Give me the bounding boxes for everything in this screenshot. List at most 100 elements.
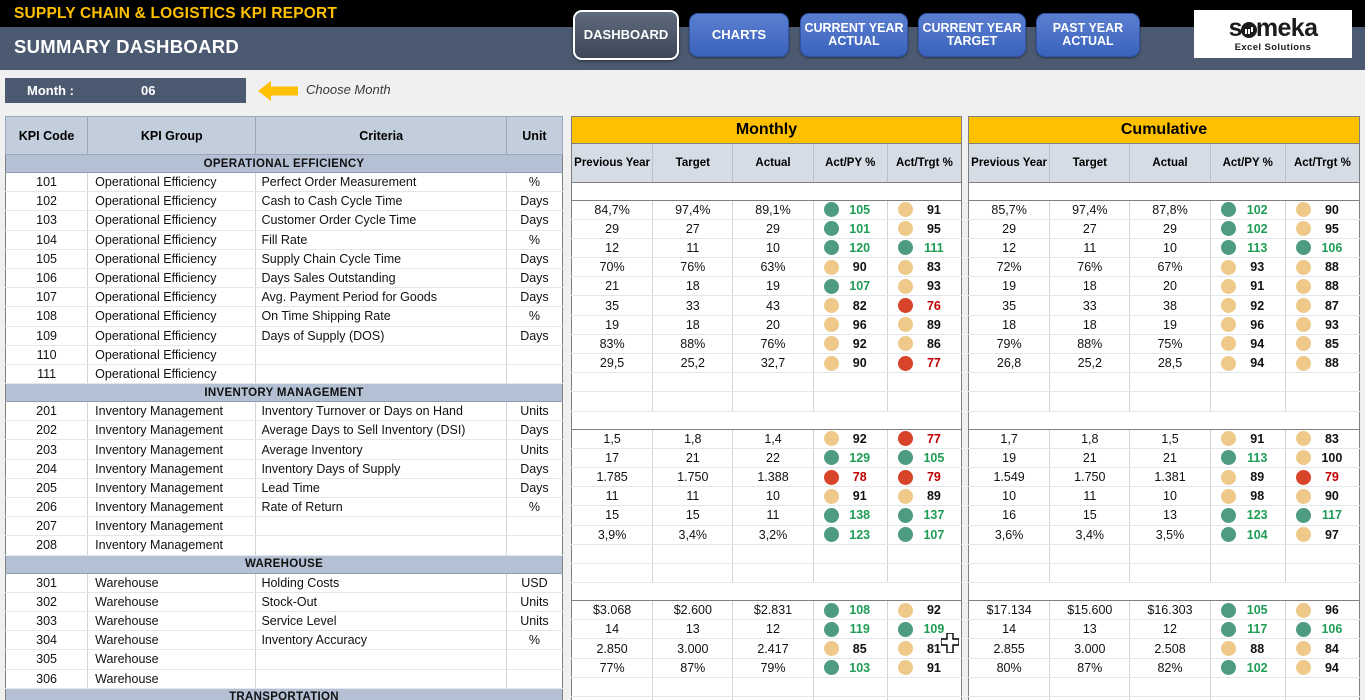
tab-past-year-actual[interactable]: PAST YEAR ACTUAL xyxy=(1036,13,1140,57)
status-value: 107 xyxy=(849,279,871,294)
monthly-previous-year: 14 xyxy=(571,619,654,640)
status-dot-yellow xyxy=(897,259,913,275)
cumulative-act-py: 113 xyxy=(1210,238,1286,259)
status-dot-green xyxy=(1220,621,1236,637)
cell-kpi-code: 102 xyxy=(5,191,89,212)
status-dot-green xyxy=(823,221,839,237)
cumulative-previous-year: $17.134 xyxy=(968,600,1051,621)
cell-criteria: Days Sales Outstanding xyxy=(255,268,507,289)
cell-unit: Days xyxy=(506,420,563,441)
status-dot-yellow xyxy=(1220,431,1236,447)
cumulative-target: 11 xyxy=(1049,238,1131,259)
cell-criteria: Inventory Days of Supply xyxy=(255,459,507,479)
cell-kpi-group: Warehouse xyxy=(87,573,257,593)
cumulative-actual: 67% xyxy=(1129,257,1211,278)
cell-unit: Days xyxy=(506,287,563,308)
cumulative-empty-cell xyxy=(1285,372,1360,393)
status-dot-green xyxy=(897,527,913,543)
monthly-empty-cell xyxy=(887,563,962,584)
cumulative-act-py: 123 xyxy=(1210,505,1286,526)
cumulative-empty-cell xyxy=(1049,563,1131,584)
status-value: 84 xyxy=(1324,641,1339,656)
month-selector-row: Month : 06 Choose Month xyxy=(0,70,1365,116)
status-value: 117 xyxy=(1321,508,1342,523)
table-row: 107 Operational Efficiency Avg. Payment Pe… xyxy=(5,287,563,308)
monthly-target: 27 xyxy=(652,219,734,239)
status-value: 93 xyxy=(1250,260,1265,275)
status-dot-green xyxy=(1220,507,1236,523)
cell-kpi-group: Warehouse xyxy=(87,611,257,632)
status-dot-yellow xyxy=(1295,221,1311,237)
table-row xyxy=(571,677,962,698)
status-value: 76 xyxy=(926,298,941,313)
month-selector[interactable]: Month : 06 xyxy=(5,78,246,103)
monthly-act-trgt: 89 xyxy=(887,315,962,335)
cell-unit: Days xyxy=(506,249,563,269)
status-dot-yellow xyxy=(823,317,839,333)
status-value: 81 xyxy=(926,641,941,656)
status-dot-yellow xyxy=(1220,336,1236,352)
cumulative-actual: 1,5 xyxy=(1129,429,1211,449)
monthly-empty-cell xyxy=(652,544,734,564)
status-value: 83 xyxy=(926,260,941,275)
table-row: 83% 88% 76% 92 86 xyxy=(571,334,962,355)
monthly-actual: 2.417 xyxy=(732,638,814,659)
table-row: 21 18 19 107 93 xyxy=(571,276,962,297)
monthly-empty-cell xyxy=(732,696,814,700)
tab-current-year-actual[interactable]: CURRENT YEAR ACTUAL xyxy=(800,13,908,57)
cell-kpi-group: Inventory Management xyxy=(87,459,257,479)
monthly-empty-cell xyxy=(732,544,814,564)
cumulative-target: 1.750 xyxy=(1049,467,1131,488)
table-row xyxy=(571,563,962,584)
tab-dashboard[interactable]: DASHBOARD xyxy=(573,10,679,60)
cumulative-act-trgt: 96 xyxy=(1285,600,1360,621)
status-dot-yellow xyxy=(1295,298,1311,314)
monthly-target: 13 xyxy=(652,619,734,640)
cell-kpi-code: 204 xyxy=(5,459,89,479)
monthly-actual: 22 xyxy=(732,448,814,468)
monthly-previous-year: 2.850 xyxy=(571,638,654,659)
table-row xyxy=(968,391,1360,412)
status-value: 138 xyxy=(849,508,871,523)
status-dot-green xyxy=(1220,202,1236,218)
status-dot-yellow xyxy=(823,355,839,371)
status-value: 77 xyxy=(926,431,941,446)
cumulative-act-trgt: 88 xyxy=(1285,353,1360,374)
cell-kpi-code: 304 xyxy=(5,630,89,651)
status-value: 93 xyxy=(926,279,941,294)
status-value: 95 xyxy=(1324,221,1339,236)
cell-criteria: Service Level xyxy=(255,611,507,632)
status-dot-green xyxy=(823,602,839,618)
status-value: 85 xyxy=(852,641,867,656)
cumulative-act-py: 98 xyxy=(1210,486,1286,507)
table-row: 304 Warehouse Inventory Accuracy% xyxy=(5,630,563,651)
table-row: 208 Inventory Management xyxy=(5,535,563,556)
monthly-previous-year: 12 xyxy=(571,238,654,259)
monthly-act-py: 105 xyxy=(813,200,888,220)
cumulative-previous-year: 19 xyxy=(968,276,1051,297)
status-value: 90 xyxy=(1324,202,1339,217)
table-row: 29 27 29 102 95 xyxy=(968,219,1360,239)
status-value: 89 xyxy=(1250,470,1265,485)
cumulative-act-trgt: 88 xyxy=(1285,257,1360,278)
cumulative-act-trgt: 90 xyxy=(1285,200,1360,220)
status-dot-yellow xyxy=(897,602,913,618)
cumulative-act-trgt: 106 xyxy=(1285,619,1360,640)
monthly-previous-year: 29,5 xyxy=(571,353,654,374)
cell-kpi-code: 104 xyxy=(5,230,89,250)
monthly-empty-cell xyxy=(732,391,814,412)
cumulative-act-py: 102 xyxy=(1210,219,1286,239)
tab-charts[interactable]: CHARTS xyxy=(689,13,789,57)
cumulative-target: 33 xyxy=(1049,295,1131,316)
monthly-act-py: 96 xyxy=(813,315,888,335)
tab-current-year-target[interactable]: CURRENT YEAR TARGET xyxy=(918,13,1026,57)
cell-unit: Days xyxy=(506,191,563,212)
cumulative-empty-cell xyxy=(1129,391,1211,412)
status-value: 95 xyxy=(926,221,941,236)
col-kpi-group: KPI Group xyxy=(87,116,257,155)
cell-kpi-code: 106 xyxy=(5,268,89,289)
cumulative-target: 11 xyxy=(1049,486,1131,507)
status-dot-green xyxy=(823,278,839,294)
cell-unit: % xyxy=(506,230,563,250)
cell-criteria: Cash to Cash Cycle Time xyxy=(255,191,507,212)
